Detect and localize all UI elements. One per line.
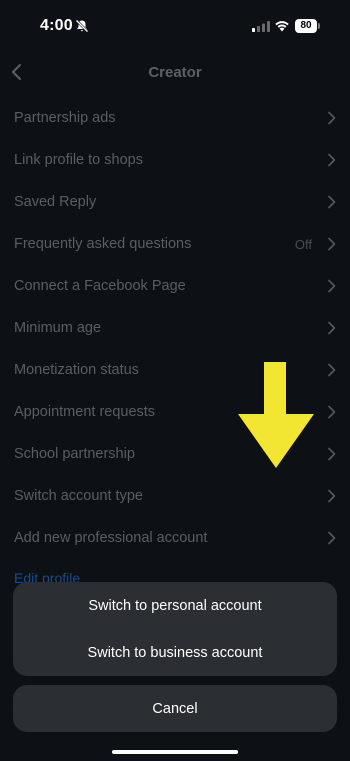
settings-item-switch-account-type[interactable]: Switch account type xyxy=(0,475,350,517)
action-sheet: Switch to personal account Switch to bus… xyxy=(13,582,337,676)
page-title: Creator xyxy=(148,64,202,81)
chevron-right-icon xyxy=(328,447,336,461)
settings-item-saved-reply[interactable]: Saved Reply xyxy=(0,181,350,223)
settings-item-link-profile-to-shops[interactable]: Link profile to shops xyxy=(0,139,350,181)
screen: 4:00 80 Creator Partnership ads Link pro… xyxy=(0,0,350,761)
home-indicator[interactable] xyxy=(112,750,238,754)
settings-item-label: Connect a Facebook Page xyxy=(14,278,186,294)
settings-item-label: Minimum age xyxy=(14,320,102,336)
settings-item-label: Appointment requests xyxy=(14,404,156,420)
chevron-right-icon xyxy=(328,195,336,209)
wifi-icon xyxy=(275,21,289,32)
status-time: 4:00 xyxy=(40,17,73,34)
status-bar: 4:00 80 xyxy=(0,0,350,50)
settings-item-label: Partnership ads xyxy=(14,110,116,126)
settings-item-add-professional-account[interactable]: Add new professional account xyxy=(0,517,350,559)
settings-item-partnership-ads[interactable]: Partnership ads xyxy=(0,97,350,139)
chevron-right-icon xyxy=(328,489,336,503)
arrow-down-icon xyxy=(238,362,314,468)
chevron-right-icon xyxy=(328,153,336,167)
settings-item-label: Saved Reply xyxy=(14,194,97,210)
battery-tip xyxy=(318,23,320,29)
switch-to-business-button[interactable]: Switch to business account xyxy=(13,629,337,676)
switch-to-personal-button[interactable]: Switch to personal account xyxy=(13,582,337,629)
settings-item-connect-facebook-page[interactable]: Connect a Facebook Page xyxy=(0,265,350,307)
settings-item-faq[interactable]: Frequently asked questions Off xyxy=(0,223,350,265)
bell-off-icon xyxy=(75,19,89,33)
settings-item-minimum-age[interactable]: Minimum age xyxy=(0,307,350,349)
settings-item-label: Monetization status xyxy=(14,362,139,378)
settings-item-label: Frequently asked questions xyxy=(14,236,192,252)
battery-level: 80 xyxy=(295,19,317,33)
battery-icon: 80 xyxy=(295,19,320,33)
nav-header: Creator xyxy=(0,52,350,92)
chevron-right-icon xyxy=(328,111,336,125)
chevron-right-icon xyxy=(328,531,336,545)
chevron-right-icon xyxy=(328,363,336,377)
settings-item-value: Off xyxy=(294,236,312,252)
chevron-right-icon xyxy=(328,237,336,251)
chevron-right-icon xyxy=(328,321,336,335)
settings-item-label: Switch account type xyxy=(14,488,143,504)
signal-icon xyxy=(252,21,270,32)
chevron-right-icon xyxy=(328,279,336,293)
settings-list: Partnership ads Link profile to shops Sa… xyxy=(0,97,350,559)
cancel-button[interactable]: Cancel xyxy=(13,685,337,732)
settings-item-label: School partnership xyxy=(14,446,135,462)
settings-item-label: Link profile to shops xyxy=(14,152,143,168)
settings-item-label: Add new professional account xyxy=(14,530,208,546)
chevron-right-icon xyxy=(328,405,336,419)
